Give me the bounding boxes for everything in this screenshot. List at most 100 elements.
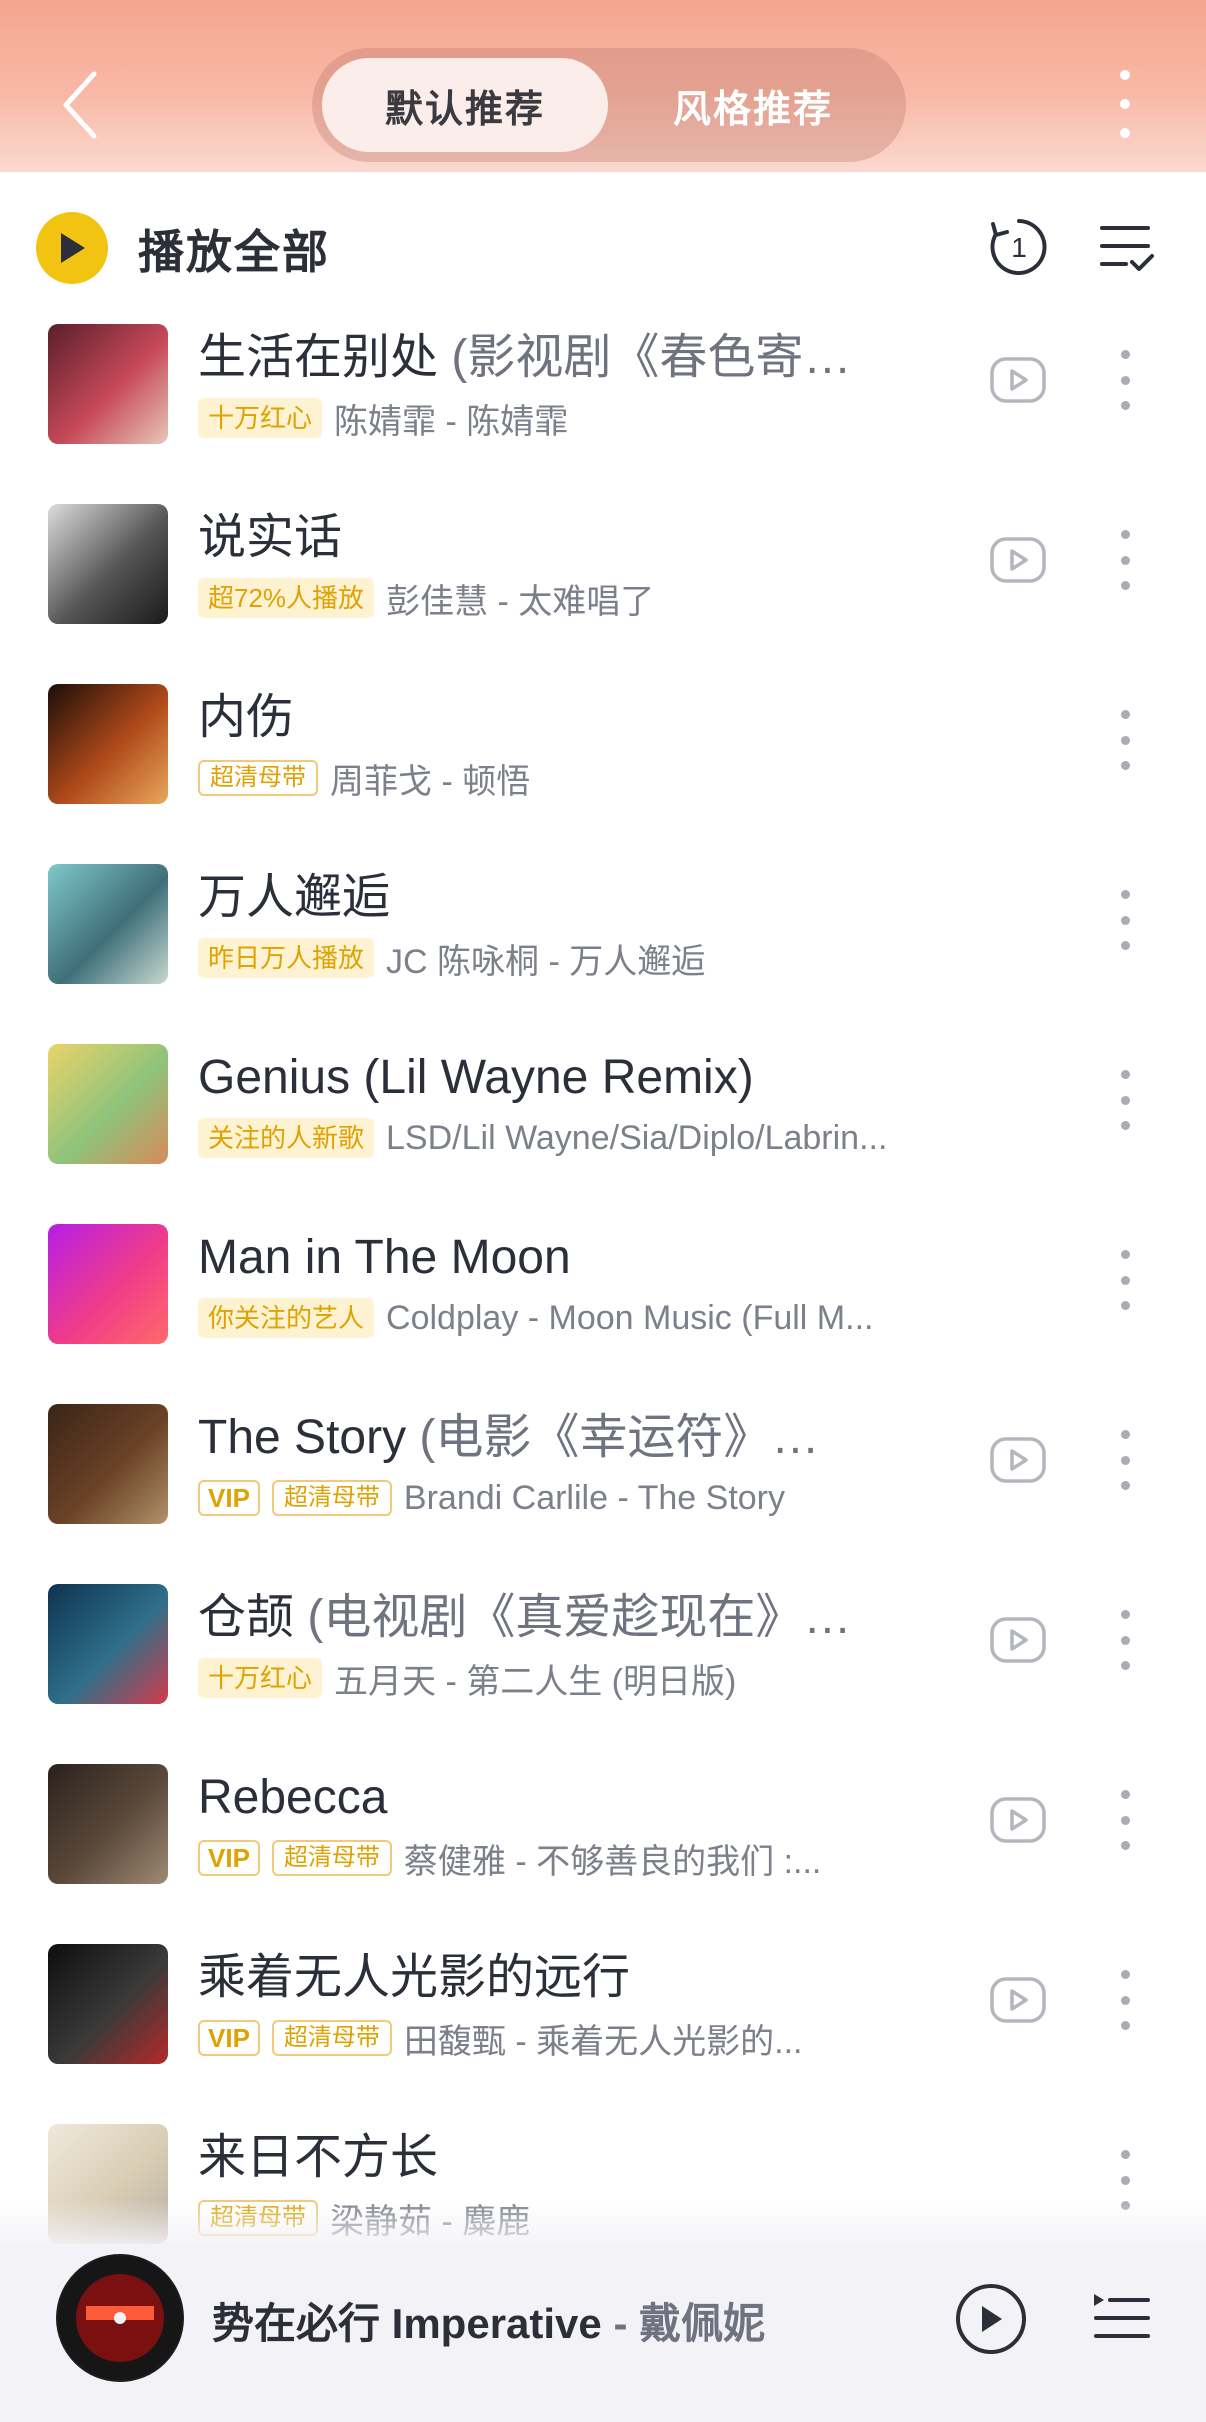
more-dot-icon: [1120, 350, 1130, 359]
song-title-subtitle: (影视剧《春色寄…: [438, 331, 852, 384]
song-artist-album: 蔡健雅 - 不够善良的我们 :...: [403, 1842, 822, 1881]
song-more-button[interactable]: [1110, 704, 1140, 776]
video-play-button[interactable]: [988, 1974, 1048, 2026]
album-cover[interactable]: [48, 1044, 168, 1164]
more-options-button[interactable]: [1110, 62, 1140, 146]
tab-default-recommend[interactable]: 默认推荐: [322, 58, 608, 152]
playlist-queue-icon[interactable]: [1092, 2290, 1152, 2346]
more-dot-icon: [1120, 1070, 1130, 1079]
video-play-icon: [990, 357, 1046, 403]
more-dot-icon: [1120, 1790, 1130, 1799]
album-cover[interactable]: [48, 324, 168, 444]
more-dot-icon: [1120, 941, 1130, 950]
more-dot-icon: [1120, 581, 1130, 590]
song-title-subtitle: (电视剧《真爱趁现在》…: [294, 1591, 852, 1644]
song-title[interactable]: Genius (Lil Wayne Remix): [198, 1046, 898, 1110]
vip-badge: VIP: [198, 1480, 260, 1516]
more-dot-icon: [1120, 375, 1130, 385]
song-title[interactable]: 仓颉 (电视剧《真爱趁现在》…: [198, 1586, 898, 1650]
more-dot-icon: [1120, 761, 1130, 770]
album-cover[interactable]: [48, 864, 168, 984]
back-button[interactable]: [55, 70, 105, 140]
now-playing-cover[interactable]: [56, 2254, 184, 2382]
song-row[interactable]: 乘着无人光影的远行 VIP 超清母带 田馥甄 - 乘着无人光影的...: [0, 1938, 1206, 2118]
song-title[interactable]: 乘着无人光影的远行: [198, 1946, 898, 2010]
song-row[interactable]: Man in The Moon 你关注的艺人 Coldplay - Moon Mus…: [0, 1218, 1206, 1398]
mini-player-play-button[interactable]: [956, 2284, 1026, 2354]
video-play-button[interactable]: [988, 1434, 1048, 1486]
song-title-main: The Story: [198, 1411, 407, 1464]
more-dot-icon: [1120, 1250, 1130, 1259]
video-play-button[interactable]: [988, 1614, 1048, 1666]
vip-badge: VIP: [198, 2020, 260, 2056]
song-row[interactable]: 内伤 超清母带 周菲戈 - 顿悟: [0, 678, 1206, 858]
song-title[interactable]: 生活在别处 (影视剧《春色寄…: [198, 326, 898, 390]
play-all-label[interactable]: 播放全部: [138, 216, 330, 282]
song-row[interactable]: Rebecca VIP 超清母带 蔡健雅 - 不够善良的我们 :...: [0, 1758, 1206, 1938]
song-row[interactable]: 万人邂逅昨日万人播放 JC 陈咏桐 - 万人邂逅: [0, 858, 1206, 1038]
song-title-main: Man in The Moon: [198, 1231, 571, 1284]
song-title[interactable]: Man in The Moon: [198, 1226, 898, 1290]
more-dot-icon: [1120, 2150, 1130, 2159]
song-more-button[interactable]: [1110, 1964, 1140, 2036]
song-title[interactable]: 说实话: [198, 506, 898, 570]
song-more-button[interactable]: [1110, 524, 1140, 596]
song-title[interactable]: 万人邂逅: [198, 866, 898, 930]
song-more-button[interactable]: [1110, 1064, 1140, 1136]
song-row[interactable]: 生活在别处 (影视剧《春色寄… 十万红心 陈婧霏 - 陈婧霏: [0, 318, 1206, 498]
video-play-button[interactable]: [988, 1794, 1048, 1846]
album-cover[interactable]: [48, 1944, 168, 2064]
song-title[interactable]: 内伤: [198, 686, 898, 750]
more-dot-icon: [1120, 2175, 1130, 2185]
song-meta: VIP 超清母带 蔡健雅 - 不够善良的我们 :...: [198, 1834, 978, 1882]
album-cover[interactable]: [48, 684, 168, 804]
song-artist-album: LSD/Lil Wayne/Sia/Diplo/Labrin...: [386, 1118, 888, 1157]
song-title-main: 万人邂逅: [198, 871, 391, 924]
song-more-button[interactable]: [1110, 1784, 1140, 1856]
song-row[interactable]: Genius (Lil Wayne Remix) 关注的人新歌 LSD/Lil Wa…: [0, 1038, 1206, 1218]
album-cover[interactable]: [48, 1584, 168, 1704]
more-dot-icon: [1120, 401, 1130, 410]
song-row[interactable]: 说实话 超72%人播放 彭佳慧 - 太难唱了: [0, 498, 1206, 678]
more-dot-icon: [1120, 1815, 1130, 1825]
song-title-main: Rebecca: [198, 1771, 388, 1824]
song-title-main: 乘着无人光影的远行: [198, 1951, 631, 2004]
multi-select-icon[interactable]: [1100, 218, 1154, 276]
song-meta: 超清母带 周菲戈 - 顿悟: [198, 754, 978, 802]
video-play-icon: [990, 1977, 1046, 2023]
song-row[interactable]: The Story (电影《幸运符》… VIP 超清母带 Brandi Carlile…: [0, 1398, 1206, 1578]
video-play-icon: [990, 1617, 1046, 1663]
song-more-button[interactable]: [1110, 1604, 1140, 1676]
play-all-bar: 播放全部 1: [0, 172, 1206, 322]
now-playing-title[interactable]: 势在必行 Imperative - 戴佩妮: [212, 2290, 765, 2351]
song-title[interactable]: 来日不方长: [198, 2126, 898, 2190]
song-more-button[interactable]: [1110, 344, 1140, 416]
song-artist-album: 田馥甄 - 乘着无人光影的...: [403, 2022, 803, 2061]
video-play-button[interactable]: [988, 534, 1048, 586]
song-more-button[interactable]: [1110, 1244, 1140, 1316]
more-dot-icon: [1120, 1661, 1130, 1670]
song-title-main: 仓颉: [198, 1591, 295, 1644]
album-cover[interactable]: [48, 1224, 168, 1344]
song-meta: 关注的人新歌 LSD/Lil Wayne/Sia/Diplo/Labrin...: [198, 1114, 978, 1162]
more-dot-icon: [1120, 99, 1130, 109]
song-artist-album: Coldplay - Moon Music (Full M...: [386, 1298, 874, 1337]
video-play-button[interactable]: [988, 354, 1048, 406]
player-fade: [0, 2200, 1206, 2246]
song-more-button[interactable]: [1110, 884, 1140, 956]
history-icon[interactable]: 1: [988, 216, 1050, 278]
song-title[interactable]: Rebecca: [198, 1766, 898, 1830]
album-cover[interactable]: [48, 1764, 168, 1884]
album-cover[interactable]: [48, 1404, 168, 1524]
song-title[interactable]: The Story (电影《幸运符》…: [198, 1406, 898, 1470]
song-tag-badge: 超72%人播放: [198, 578, 375, 618]
tab-style-recommend[interactable]: 风格推荐: [610, 58, 896, 152]
song-more-button[interactable]: [1110, 1424, 1140, 1496]
album-cover[interactable]: [48, 504, 168, 624]
song-row[interactable]: 仓颉 (电视剧《真爱趁现在》… 十万红心 五月天 - 第二人生 (明日版): [0, 1578, 1206, 1758]
play-all-button[interactable]: [36, 212, 108, 284]
more-dot-icon: [1120, 1095, 1130, 1105]
more-dot-icon: [1120, 1995, 1130, 2005]
song-meta: 昨日万人播放 JC 陈咏桐 - 万人邂逅: [198, 934, 978, 982]
song-meta: 十万红心 五月天 - 第二人生 (明日版): [198, 1654, 978, 1702]
